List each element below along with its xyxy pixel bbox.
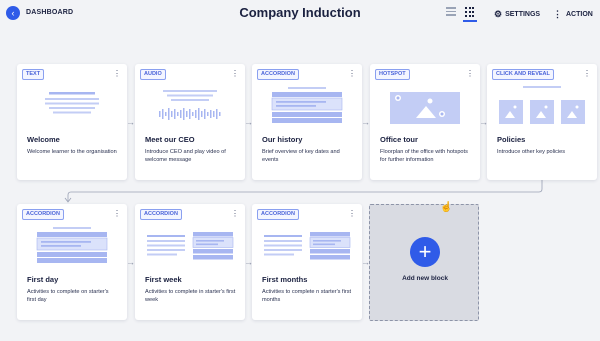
block-title: Meet our CEO [145,135,195,144]
block-description: Welcome learner to the organisation [27,149,117,155]
block-type-tag: ACCORDION [257,209,299,220]
block-title: Welcome [27,135,60,144]
block-title: Policies [497,135,526,144]
block-title: First day [27,275,59,284]
block-type-tag: ACCORDION [257,69,299,80]
block-title: Office tour [380,135,418,144]
accordion-thumbnail [264,232,351,260]
add-new-block-button[interactable]: + Add new block [369,204,479,321]
block-menu-kebab-icon[interactable]: ⋮ [583,69,591,79]
block-menu-kebab-icon[interactable]: ⋮ [348,209,356,219]
plus-icon[interactable]: + [410,237,440,267]
text-thumbnail [45,92,99,114]
block-card[interactable]: ACCORDION ⋮ First week Activities to com… [135,204,245,320]
block-description: Activities to complete n starter's first… [262,289,352,303]
block-type-tag: CLICK AND REVEAL [492,69,554,80]
add-new-block-label: Add new block [402,275,448,282]
block-type-tag: TEXT [22,69,45,80]
block-menu-kebab-icon[interactable]: ⋮ [348,69,356,79]
accordion-thumbnail [36,227,108,263]
block-title: Our history [262,135,303,144]
block-type-tag: ACCORDION [140,209,182,220]
audio-thumbnail [159,90,221,120]
block-card[interactable]: HOTSPOT ⋮ Office tour Floorplan of the o… [370,64,480,180]
block-description: Floorplan of the office with hotspots fo… [380,149,468,163]
block-menu-kebab-icon[interactable]: ⋮ [113,209,121,219]
flow-arrow-icon: → [361,117,370,127]
block-card[interactable]: ACCORDION ⋮ First day Activities to comp… [17,204,127,320]
block-card[interactable]: AUDIO ⋮ Meet our CEO Introduce CEO and p… [135,64,245,180]
block-description: Introduce other key policies [497,149,566,155]
accordion-thumbnail [271,87,343,123]
block-card[interactable]: TEXT ⋮ Welcome Welcome learner to the or… [17,64,127,180]
block-description: Activities to complete on starter's firs… [27,289,109,303]
hand-cursor-icon: ☝ [440,202,453,213]
click-reveal-thumbnail [499,86,585,124]
block-type-tag: ACCORDION [22,209,64,220]
block-menu-kebab-icon[interactable]: ⋮ [113,69,121,79]
hotspot-thumbnail [390,92,460,124]
block-card[interactable]: ACCORDION ⋮ Our history Brief overview o… [252,64,362,180]
flow-arrow-icon: → [126,117,135,127]
flow-arrow-icon: → [126,257,135,267]
accordion-thumbnail [147,232,234,260]
block-type-tag: AUDIO [140,69,166,80]
block-menu-kebab-icon[interactable]: ⋮ [231,69,239,79]
block-title: First week [145,275,182,284]
block-description: Activities to complete in starter's firs… [145,289,236,303]
block-menu-kebab-icon[interactable]: ⋮ [231,209,239,219]
block-card[interactable]: ACCORDION ⋮ First months Activities to c… [252,204,362,320]
block-menu-kebab-icon[interactable]: ⋮ [466,69,474,79]
block-description: Introduce CEO and play video of welcome … [145,149,226,163]
block-card[interactable]: CLICK AND REVEAL ⋮ Policies Introduce ot… [487,64,597,180]
block-title: First months [262,275,308,284]
block-description: Brief overview of key dates and events [262,149,340,163]
block-type-tag: HOTSPOT [375,69,410,80]
